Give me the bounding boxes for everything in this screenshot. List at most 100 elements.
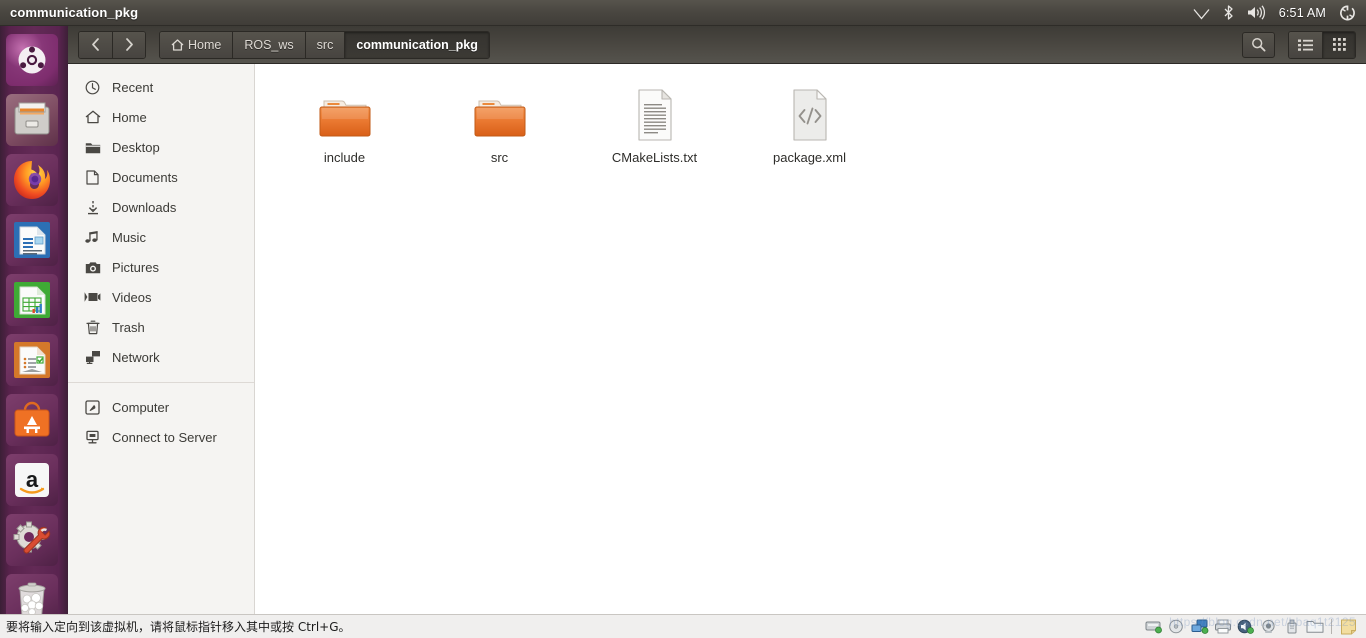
launcher-slot [0,90,68,150]
file-view[interactable]: include src CMakeLists.txt package.xml [255,64,1366,614]
breadcrumb-label: communication_pkg [356,37,478,52]
sidebar-item-videos[interactable]: Videos [68,282,254,312]
sidebar-item-pictures[interactable]: Pictures [68,252,254,282]
trash-icon [84,320,101,335]
folder-icon [319,84,371,142]
server-icon [84,430,101,445]
system-menu-icon[interactable] [1339,5,1356,21]
sidebar-item-desktop[interactable]: Desktop [68,132,254,162]
launcher-slot [0,570,68,614]
trash-launcher-item[interactable] [6,574,58,614]
file-item-package-xml[interactable]: package.xml [732,80,887,165]
dash-ubuntu-button[interactable] [6,34,58,86]
libreoffice-impress-launcher-item[interactable] [6,334,58,386]
launcher-slot: a [0,450,68,510]
places-sidebar: Recent Home Desktop Documents Downloads … [68,64,255,614]
unity-top-panel: communication_pkg 6:51 AM [0,0,1366,26]
breadcrumb: Home ROS_ws src communication_pkg [159,30,490,59]
printer-status-icon[interactable] [1213,618,1232,635]
sidebar-item-label: Pictures [112,259,159,275]
breadcrumb-item-src[interactable]: src [304,31,345,58]
text-document-icon [633,84,677,142]
network-icon[interactable] [1193,6,1210,20]
clock[interactable]: 6:51 AM [1279,6,1326,20]
forward-button[interactable] [112,31,145,58]
breadcrumb-label: ROS_ws [244,37,294,52]
list-view-button[interactable] [1289,31,1322,58]
sidebar-item-computer[interactable]: Computer [68,392,254,422]
harddisk-status-icon[interactable] [1144,618,1163,635]
breadcrumb-item-home[interactable]: Home [160,31,233,58]
shared-folders-status-icon[interactable] [1305,618,1324,635]
folder-icon [84,141,101,154]
breadcrumb-label: src [316,37,334,52]
usb-status-icon[interactable] [1282,618,1301,635]
toolbar-actions [1242,30,1356,59]
window-title: communication_pkg [10,5,139,20]
sidebar-item-music[interactable]: Music [68,222,254,252]
sidebar-item-network[interactable]: Network [68,342,254,372]
view-mode-toggle [1288,30,1356,59]
camera-status-icon[interactable] [1259,618,1278,635]
volume-icon[interactable] [1247,5,1266,20]
breadcrumb-item-ros-ws[interactable]: ROS_ws [232,31,305,58]
launcher-slot [0,270,68,330]
svg-text:a: a [26,467,39,492]
libreoffice-calc-launcher-item[interactable] [6,274,58,326]
list-view-icon [1298,39,1313,51]
sidebar-item-home[interactable]: Home [68,102,254,132]
indicator-area: 6:51 AM [1193,5,1366,21]
cd-dvd-status-icon[interactable] [1167,618,1186,635]
grid-view-button[interactable] [1322,31,1355,58]
file-item-label: src [490,150,509,165]
file-item-src[interactable]: src [422,80,577,165]
file-item-cmakelists[interactable]: CMakeLists.txt [577,80,732,165]
launcher-slot [0,390,68,450]
sidebar-item-label: Desktop [112,139,160,155]
sidebar-item-label: Music [112,229,146,245]
breadcrumb-item-communication-pkg[interactable]: communication_pkg [344,31,489,58]
grid-view-icon [1332,38,1346,51]
file-manager-window: Home ROS_ws src communication_pkg Recent… [68,26,1366,614]
sidebar-item-label: Home [112,109,147,125]
launcher-slot [0,510,68,570]
sidebar-item-connect-to-server[interactable]: Connect to Server [68,422,254,452]
amazon-launcher-item[interactable]: a [6,454,58,506]
libreoffice-writer-launcher-item[interactable] [6,214,58,266]
search-button[interactable] [1242,31,1275,58]
sound-card-status-icon[interactable] [1236,618,1255,635]
network-icon [84,350,101,364]
sidebar-separator [68,382,254,383]
firefox-launcher-item[interactable] [6,154,58,206]
unity-launcher: a [0,26,68,614]
toolbar: Home ROS_ws src communication_pkg [68,26,1366,64]
back-button[interactable] [79,31,112,58]
music-note-icon [84,230,101,244]
icon-grid: include src CMakeLists.txt package.xml [255,80,1366,165]
home-icon [84,110,101,124]
sidebar-item-label: Videos [112,289,152,305]
home-icon [171,38,184,51]
document-icon [84,169,101,185]
computer-disk-icon [84,399,101,415]
bluetooth-icon[interactable] [1223,5,1234,20]
sidebar-item-label: Downloads [112,199,177,215]
sidebar-item-label: Computer [112,399,170,415]
file-item-include[interactable]: include [267,80,422,165]
sidebar-item-downloads[interactable]: Downloads [68,192,254,222]
sidebar-item-label: Recent [112,79,154,95]
search-icon [1251,37,1266,52]
launcher-slot [0,210,68,270]
sidebar-item-documents[interactable]: Documents [68,162,254,192]
launcher-slot [0,150,68,210]
notes-status-icon[interactable] [1339,618,1358,635]
sidebar-item-recent[interactable]: Recent [68,72,254,102]
window-body: Recent Home Desktop Documents Downloads … [68,64,1366,614]
system-settings-launcher-item[interactable] [6,514,58,566]
sidebar-item-trash[interactable]: Trash [68,312,254,342]
files-launcher-item[interactable] [6,94,58,146]
video-camera-icon [84,291,101,303]
ubuntu-software-launcher-item[interactable] [6,394,58,446]
network-adapter-status-icon[interactable] [1190,618,1209,635]
clock-icon [84,80,101,95]
